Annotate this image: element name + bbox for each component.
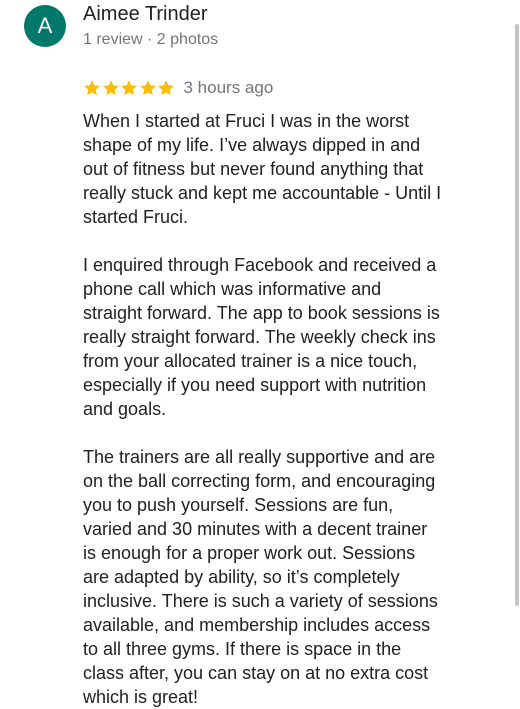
star-icon (102, 80, 119, 96)
review-line: available, and membership includes acces… (83, 615, 431, 635)
review-line: from your allocated trainer is a nice to… (83, 351, 418, 371)
rating-row: 3 hours ago (83, 76, 273, 100)
review-line: class after, you can stay on at no extra… (83, 663, 429, 683)
review-line: straight forward. The app to book sessio… (83, 303, 440, 323)
scrollbar[interactable] (514, 0, 520, 706)
review-line: varied and 30 minutes with a decent trai… (83, 519, 428, 539)
review-time: 3 hours ago (183, 78, 274, 97)
review-paragraph: The trainers are all really supportive a… (83, 445, 503, 709)
star-icon (139, 80, 156, 96)
review-line: out of fitness but never found anything … (83, 159, 424, 179)
review-line: to all three gyms. If there is space in … (83, 639, 402, 659)
review-line: phone call which was informative and (83, 279, 382, 299)
review-line: really stuck and kept me accountable - U… (83, 183, 442, 203)
reviewer-name[interactable]: Aimee Trinder (83, 2, 208, 26)
review-line: inclusive. There is such a variety of se… (83, 591, 438, 611)
review-line: are adapted by ability, so it’s complete… (83, 567, 400, 587)
review-line: shape of my life. I’ve always dipped in … (83, 135, 421, 155)
review-line: on the ball correcting form, and encoura… (83, 471, 436, 491)
review-line: you to push yourself. Sessions are fun, (83, 495, 394, 515)
review-line: I enquired through Facebook and received… (83, 255, 437, 275)
review-line: especially if you need support with nutr… (83, 375, 427, 395)
review-line: The trainers are all really supportive a… (83, 447, 436, 467)
review-line: is enough for a proper work out. Session… (83, 543, 416, 563)
star-icon (158, 80, 174, 96)
review-line: When I started at Fruci I was in the wor… (83, 111, 410, 131)
star-icon (84, 80, 100, 96)
review-line: which is great! (83, 687, 199, 707)
review-line: really straight forward. The weekly chec… (83, 327, 436, 347)
review-line: and goals. (83, 399, 167, 419)
scrollbar-thumb[interactable] (515, 24, 519, 606)
review-paragraph: I enquired through Facebook and received… (83, 253, 503, 421)
review-paragraph: When I started at Fruci I was in the wor… (83, 109, 503, 229)
review-text: When I started at Fruci I was in the wor… (83, 109, 503, 709)
star-rating (83, 79, 176, 97)
review-line: started Fruci. (83, 207, 189, 227)
reviewer-meta: 1 review · 2 photos (83, 31, 219, 48)
star-icon (121, 80, 137, 96)
avatar[interactable]: A (24, 5, 66, 47)
